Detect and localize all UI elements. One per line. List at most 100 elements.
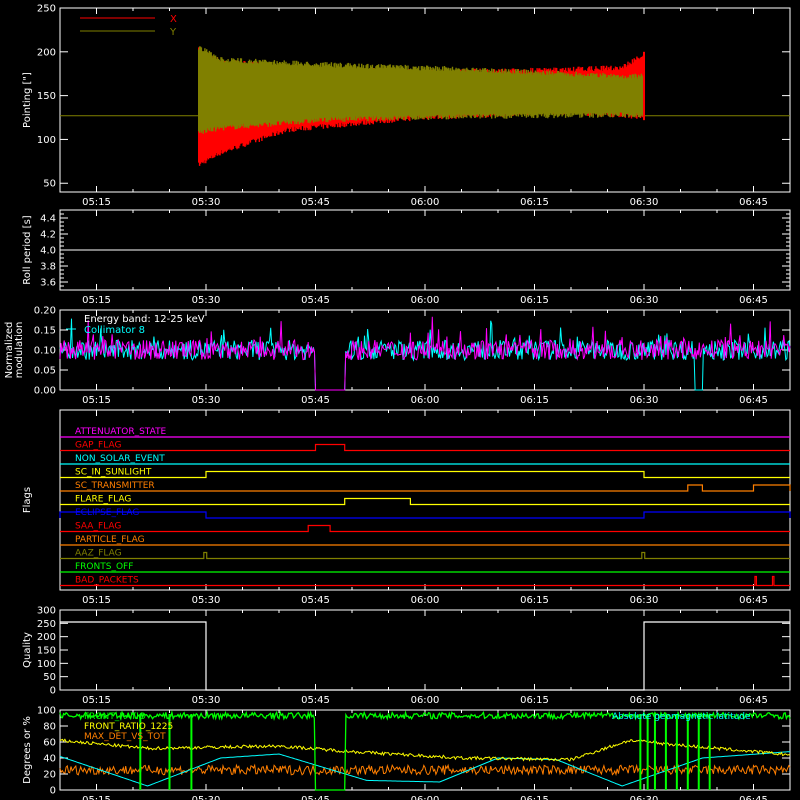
y-tick-label: 0.10 <box>34 346 56 357</box>
quicklook-figure: 05:15 05:30 05:45 06:00 06:15 06:30 06:45 50 100… <box>4 4 791 800</box>
flag-label: BAD_PACKETS <box>75 576 139 586</box>
legend-label: MAX_DET_VS_TOT <box>84 732 166 742</box>
pointing-panel: 05:15 05:30 05:45 06:00 06:15 06:30 06:45 50 100… <box>22 4 791 208</box>
flag-label: GAP_FLAG <box>75 441 121 451</box>
flag-label: ATTENUATOR_STATE <box>75 427 167 437</box>
flag-label: SC_IN_SUNLIGHT <box>75 468 152 478</box>
x-tick-label: 06:15 <box>520 595 549 606</box>
x-tick-label: 06:15 <box>520 197 549 208</box>
legend-label: FRONT_RATIO_1225 <box>84 722 173 732</box>
x-tick-label: 06:00 <box>411 795 440 800</box>
y-axis-label: Pointing ["] <box>22 72 33 128</box>
y-axis-label: Degrees or % <box>22 716 33 784</box>
y-tick-label: 40 <box>43 754 56 765</box>
y-tick-label: 100 <box>37 135 56 146</box>
y-tick-label: 0.05 <box>34 366 56 377</box>
x-tick-label: 05:30 <box>192 795 221 800</box>
x-tick-label: 05:15 <box>82 395 111 406</box>
ratios-panel: 05:15 05:30 05:45 06:00 06:15 06:30 06:45 0 20 40… <box>22 706 791 800</box>
y-tick-label: 150 <box>37 91 56 102</box>
y-tick-label: 0.20 <box>34 306 56 317</box>
modulation-trace-1 <box>59 316 791 391</box>
x-tick-label: 05:30 <box>192 695 221 706</box>
flag-label: SAA_FLAG <box>75 522 121 532</box>
flag-trace <box>60 443 790 452</box>
y-axis-label: Roll period [s] <box>22 215 33 284</box>
modulation-panel: 05:15 05:30 05:45 06:00 06:15 06:30 06:45 0.00 0… <box>4 306 791 406</box>
x-tick-label: 06:15 <box>520 395 549 406</box>
x-tick-label: 05:45 <box>301 595 330 606</box>
x-tick-label: 06:30 <box>630 695 659 706</box>
y-tick-label: 200 <box>37 47 56 58</box>
flag-label: PARTICLE_FLAG <box>75 535 145 545</box>
x-tick-label: 05:15 <box>82 595 111 606</box>
y-tick-label: 50 <box>43 179 56 190</box>
flag-label: SC_TRANSMITTER <box>75 481 155 491</box>
x-tick-label: 05:15 <box>82 695 111 706</box>
flag-trace <box>60 484 791 492</box>
x-tick-label: 06:15 <box>520 295 549 306</box>
x-tick-label: 05:45 <box>301 295 330 306</box>
x-tick-label: 06:45 <box>739 395 768 406</box>
x-tick-label: 05:30 <box>192 395 221 406</box>
y-tick-label: 300 <box>37 606 56 617</box>
x-tick-label: 06:00 <box>411 197 440 208</box>
legend-label: Absolute geomagnetic latitude <box>612 712 751 722</box>
y-tick-label: 0.00 <box>34 386 56 397</box>
x-tick-label: 06:00 <box>411 395 440 406</box>
x-tick-label: 06:15 <box>520 695 549 706</box>
x-tick-label: 06:45 <box>739 795 768 800</box>
y-tick-label: 4.0 <box>40 246 56 257</box>
x-tick-label: 05:45 <box>301 695 330 706</box>
y-tick-label: 200 <box>37 632 56 643</box>
x-tick-label: 06:45 <box>739 595 768 606</box>
y-tick-label: 0.15 <box>34 326 56 337</box>
flag-label: FLARE_FLAG <box>75 495 131 505</box>
legend-label: FRONT_RATIO <box>84 712 146 722</box>
x-tick-label: 06:00 <box>411 595 440 606</box>
flag-label: FRONTS_OFF <box>75 562 133 572</box>
x-tick-label: 06:15 <box>520 795 549 800</box>
y-axis-label: Quality <box>22 632 33 668</box>
series-y-trace <box>198 46 645 134</box>
y-tick-label: 80 <box>43 722 56 733</box>
x-tick-label: 06:30 <box>630 795 659 800</box>
x-tick-label: 05:45 <box>301 395 330 406</box>
x-tick-label: 05:30 <box>192 197 221 208</box>
x-tick-label: 05:15 <box>82 295 111 306</box>
y-tick-label: 150 <box>37 646 56 657</box>
y-tick-label: 4.2 <box>40 230 56 241</box>
y-tick-label: 100 <box>37 659 56 670</box>
y-tick-label: 0 <box>50 786 56 797</box>
x-tick-label: 06:30 <box>630 197 659 208</box>
y-tick-label: 3.6 <box>40 278 56 289</box>
flags-panel: 05:15 05:30 05:45 06:00 06:15 06:30 06:45 Flags… <box>22 409 791 606</box>
y-tick-label: 60 <box>43 738 56 749</box>
y-tick-label: 50 <box>43 672 56 683</box>
x-tick-label: 06:00 <box>411 695 440 706</box>
quality-trace <box>60 621 790 691</box>
roll-period-panel: 05:15 05:30 05:45 06:00 06:15 06:30 06:45 3.6 3.… <box>22 209 791 306</box>
modulation-trace-0 <box>59 318 791 391</box>
legend-label: Y <box>169 27 177 38</box>
flag-trace <box>60 497 790 506</box>
flag-trace <box>59 511 791 519</box>
energy-band-label: Energy band: 12-25 keV <box>84 314 205 325</box>
x-tick-label: 05:30 <box>192 595 221 606</box>
y-axis-label: modulation <box>14 322 25 379</box>
flag-trace <box>60 551 790 560</box>
x-tick-label: 06:45 <box>739 695 768 706</box>
y-tick-label: 3.8 <box>40 262 56 273</box>
x-tick-label: 05:45 <box>301 197 330 208</box>
x-tick-label: 06:30 <box>630 395 659 406</box>
x-tick-label: 06:45 <box>739 197 768 208</box>
y-axis-label: Flags <box>22 487 33 513</box>
flag-label: NON_SOLAR_EVENT <box>75 454 165 464</box>
y-tick-label: 100 <box>37 706 56 717</box>
x-tick-label: 06:45 <box>739 295 768 306</box>
collimator-legend-label: Collimator 8 <box>84 325 145 336</box>
x-tick-label: 05:15 <box>82 197 111 208</box>
y-tick-label: 0 <box>50 686 56 697</box>
flag-label: ECLIPSE_FLAG <box>75 508 139 518</box>
x-tick-label: 05:45 <box>301 795 330 800</box>
